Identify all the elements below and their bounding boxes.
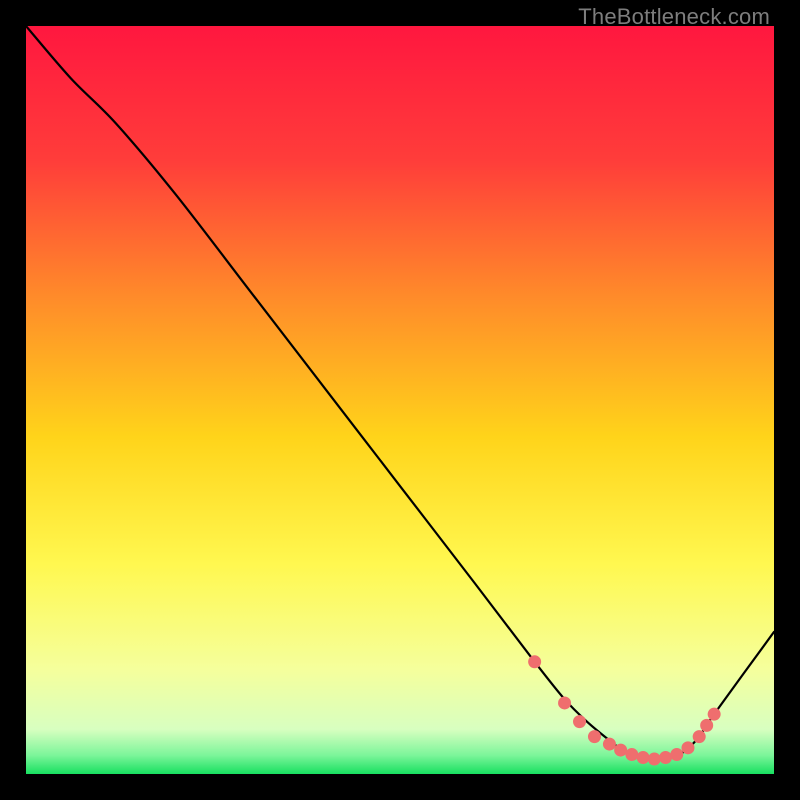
marker-dot [588,730,601,743]
marker-dot [659,751,672,764]
marker-dot [573,715,586,728]
marker-dot [558,696,571,709]
marker-dot [625,748,638,761]
marker-dot [681,741,694,754]
marker-dot [670,748,683,761]
marker-dot [648,753,661,766]
chart-frame [26,26,774,774]
marker-dot [637,751,650,764]
bottleneck-chart [26,26,774,774]
gradient-background [26,26,774,774]
marker-dot [708,708,721,721]
marker-dot [693,730,706,743]
marker-dot [528,655,541,668]
marker-dot [603,738,616,751]
marker-dot [614,744,627,757]
marker-dot [700,719,713,732]
